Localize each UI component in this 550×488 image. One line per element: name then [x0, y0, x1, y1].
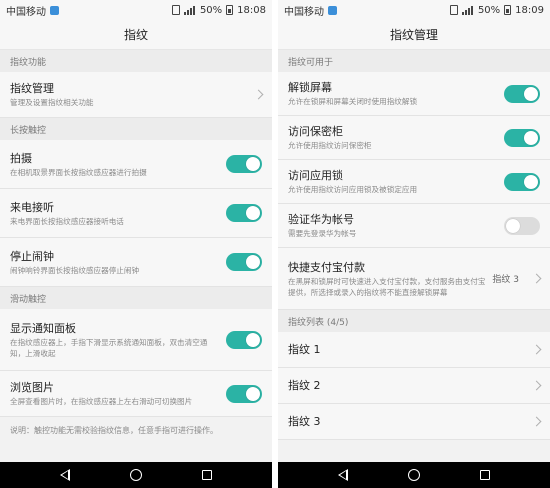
item-title: 指纹 2: [288, 378, 321, 392]
item-title: 快捷支付宝付款: [288, 260, 365, 274]
vibrate-icon: [449, 5, 458, 15]
toggle-knob: [524, 130, 538, 145]
item-subtitle: 管理及设置指纹相关功能: [10, 98, 94, 107]
fingerprint-manage-item[interactable]: 指纹管理 管理及设置指纹相关功能: [0, 72, 272, 118]
home-icon[interactable]: [408, 469, 420, 481]
battery-percent: 50%: [199, 4, 223, 16]
settings-list: 指纹可用于 解锁屏幕 允许在锁屏和屏幕关闭时使用指纹解锁 访问保密柜 允许使用指…: [278, 50, 550, 462]
toggle-item-stop-alarm[interactable]: 停止闹钟 闹钟响铃界面长按指纹感应器停止闹钟: [0, 238, 272, 287]
navigation-bar: [0, 462, 272, 488]
toggle-knob: [524, 174, 538, 189]
signal-icon: [461, 5, 474, 15]
battery-icon: [504, 5, 512, 15]
sim-icon: [50, 5, 59, 15]
stop-alarm-toggle[interactable]: [226, 253, 262, 271]
toggle-knob: [246, 255, 260, 269]
toggle-item-huawei-account[interactable]: 验证华为帐号 需要先登录华为帐号: [278, 204, 550, 248]
item-subtitle: 需要先登录华为帐号: [288, 229, 357, 238]
status-bar: 中国移动 50% 18:09: [278, 0, 550, 20]
unlock-screen-toggle[interactable]: [504, 84, 540, 103]
carrier-label: 中国移动: [6, 6, 46, 18]
page-title: 指纹管理: [278, 20, 550, 50]
item-title: 访问应用锁: [288, 169, 343, 182]
item-subtitle: 允许使用指纹访问保密柜: [288, 141, 372, 150]
item-title: 来电接听: [10, 200, 54, 214]
fingerprint-list-item[interactable]: 指纹 2: [278, 368, 550, 404]
item-subtitle: 在指纹感应器上，手指下滑显示系统通知面板，双击清空通知，上滑收起: [10, 337, 208, 358]
battery-percent: 50%: [477, 4, 501, 16]
item-title: 指纹管理: [10, 82, 54, 95]
huawei-account-toggle[interactable]: [504, 216, 540, 235]
carrier-label: 中国移动: [284, 6, 324, 18]
footnote: 说明：触控功能无需校验指纹信息，任意手指可进行操作。: [10, 426, 218, 435]
toggle-knob: [246, 157, 260, 171]
left-screen: 中国移动 50% 18:08 指纹 指纹功能 指纹管理 管理及设置指纹相关功能 …: [0, 0, 272, 488]
item-title: 显示通知面板: [10, 321, 76, 335]
toggle-knob: [524, 86, 538, 101]
back-icon[interactable]: [60, 469, 70, 481]
item-title: 指纹 1: [288, 342, 321, 356]
toggle-item-answer-call[interactable]: 来电接听 来电界面长按指纹感应器接听电话: [0, 189, 272, 238]
alipay-quick-pay-item[interactable]: 快捷支付宝付款 在黑屏和锁屏时可快速进入支付宝付款，支付服务由支付宝提供，所选择…: [278, 248, 550, 310]
section-header-swipe: 滑动触控: [0, 287, 272, 309]
app-lock-toggle[interactable]: [504, 172, 540, 191]
section-header-fingerprint-function: 指纹功能: [0, 50, 272, 72]
item-title: 解锁屏幕: [288, 81, 332, 94]
item-subtitle: 全屏查看图片时，在指纹感应器上左右滑动可切换图片: [10, 397, 193, 406]
battery-icon: [226, 5, 234, 15]
section-header-long-press: 长按触控: [0, 118, 272, 140]
toggle-item-notification-panel[interactable]: 显示通知面板 在指纹感应器上，手指下滑显示系统通知面板，双击清空通知，上滑收起: [0, 309, 272, 371]
browse-images-toggle[interactable]: [226, 384, 262, 403]
item-title: 浏览图片: [10, 381, 54, 394]
section-header-fingerprint-list: 指纹列表 (4/5): [278, 310, 550, 332]
notification-panel-toggle[interactable]: [226, 330, 262, 349]
answer-call-toggle[interactable]: [226, 204, 262, 222]
safe-box-toggle[interactable]: [504, 128, 540, 147]
right-screen: 中国移动 50% 18:09 指纹管理 指纹可用于 解锁屏幕 允许在锁屏和屏幕关…: [278, 0, 550, 488]
recent-apps-icon[interactable]: [480, 470, 490, 480]
page-title: 指纹: [0, 20, 272, 50]
toggle-knob: [246, 206, 260, 220]
toggle-knob: [246, 386, 260, 401]
item-subtitle: 在相机取景界面长按指纹感应器进行拍摄: [10, 167, 147, 177]
settings-list: 指纹功能 指纹管理 管理及设置指纹相关功能 长按触控 拍摄 在相机取景界面长按指…: [0, 50, 272, 462]
clock: 18:09: [515, 4, 544, 16]
chevron-right-icon: [531, 273, 542, 284]
toggle-item-app-lock[interactable]: 访问应用锁 允许使用指纹访问应用锁及被锁定应用: [278, 160, 550, 204]
item-subtitle: 来电界面长按指纹感应器接听电话: [10, 216, 124, 226]
item-subtitle: 闹钟响铃界面长按指纹感应器停止闹钟: [10, 265, 140, 275]
clock: 18:08: [237, 4, 266, 16]
item-title: 验证华为帐号: [288, 213, 354, 226]
item-title: 访问保密柜: [288, 125, 343, 138]
item-title: 指纹 3: [288, 414, 321, 428]
item-title: 拍摄: [10, 151, 32, 165]
item-subtitle: 允许在锁屏和屏幕关闭时使用指纹解锁: [288, 97, 418, 106]
toggle-item-capture[interactable]: 拍摄 在相机取景界面长按指纹感应器进行拍摄: [0, 140, 272, 189]
chevron-right-icon: [531, 344, 542, 355]
chevron-right-icon: [253, 89, 264, 100]
toggle-item-unlock-screen[interactable]: 解锁屏幕 允许在锁屏和屏幕关闭时使用指纹解锁: [278, 72, 550, 116]
fingerprint-list-item[interactable]: 指纹 3: [278, 404, 550, 440]
toggle-knob: [506, 218, 520, 233]
vibrate-icon: [171, 5, 180, 15]
item-title: 停止闹钟: [10, 249, 54, 263]
recent-apps-icon[interactable]: [202, 470, 212, 480]
chevron-right-icon: [531, 416, 542, 427]
selected-fingerprint-value: 指纹 3: [492, 275, 519, 285]
chevron-right-icon: [531, 380, 542, 391]
section-header-usable-for: 指纹可用于: [278, 50, 550, 72]
toggle-item-safe-box[interactable]: 访问保密柜 允许使用指纹访问保密柜: [278, 116, 550, 160]
back-icon[interactable]: [338, 469, 348, 481]
toggle-knob: [246, 332, 260, 347]
sim-icon: [328, 5, 337, 15]
navigation-bar: [278, 462, 550, 488]
item-subtitle: 允许使用指纹访问应用锁及被锁定应用: [288, 185, 418, 194]
capture-toggle[interactable]: [226, 155, 262, 173]
home-icon[interactable]: [130, 469, 142, 481]
fingerprint-list-item[interactable]: 指纹 1: [278, 332, 550, 368]
toggle-item-browse-images[interactable]: 浏览图片 全屏查看图片时，在指纹感应器上左右滑动可切换图片: [0, 371, 272, 417]
status-bar: 中国移动 50% 18:08: [0, 0, 272, 20]
signal-icon: [183, 5, 196, 15]
item-subtitle: 在黑屏和锁屏时可快速进入支付宝付款，支付服务由支付宝提供，所选择或录入的指纹将不…: [288, 276, 486, 297]
